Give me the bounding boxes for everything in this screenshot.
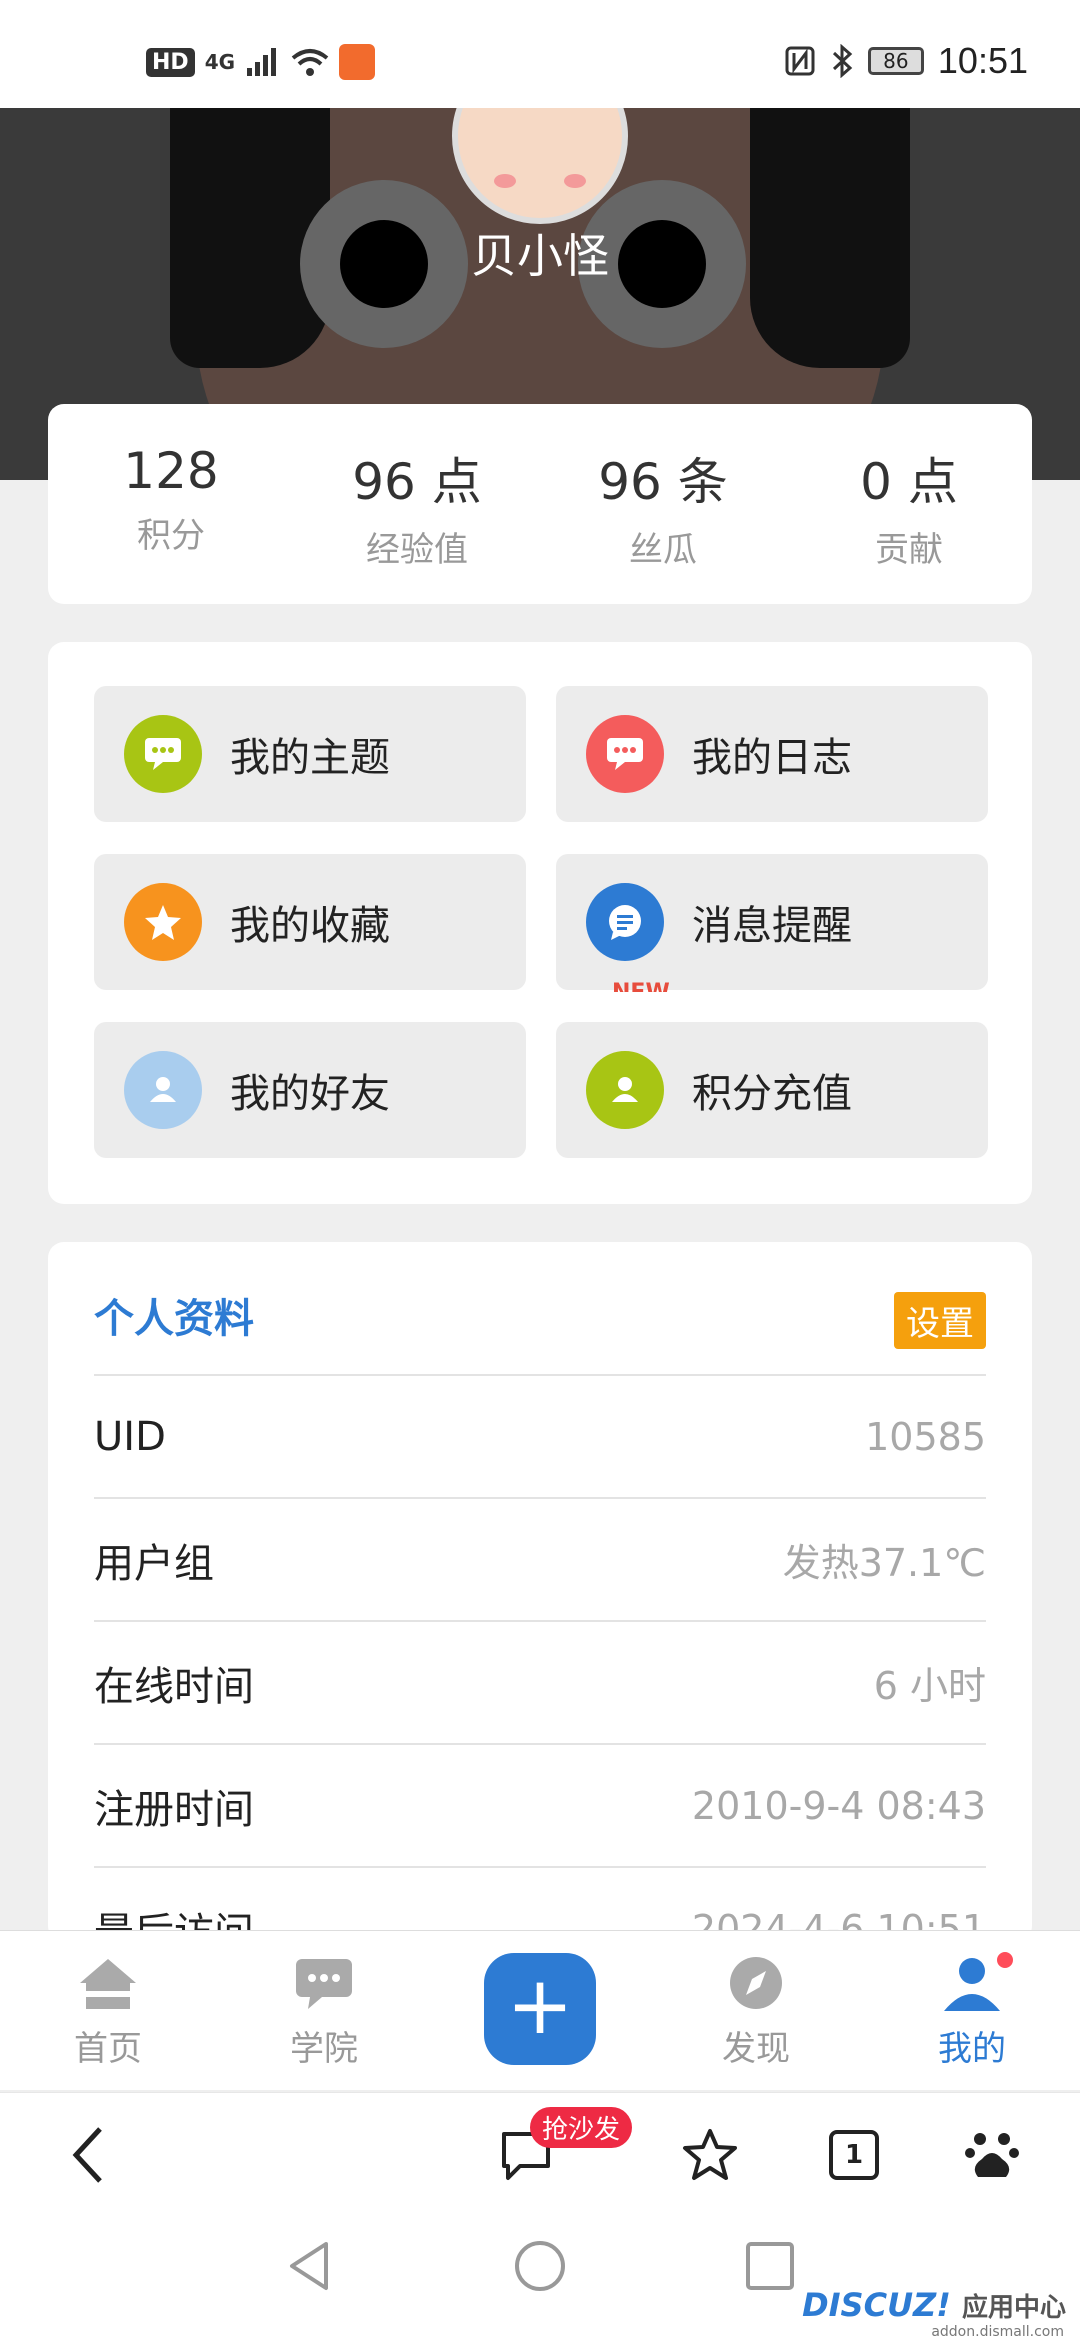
app-notification-icon [339,44,376,80]
back-icon[interactable] [60,2123,116,2187]
chat-icon [296,1959,352,2009]
tab-label: 发现 [722,2029,790,2069]
network-label: 4G [204,50,236,74]
menu-label: 我的日志 [692,735,852,781]
stat-label: 贡献 [875,530,943,570]
stat-points[interactable]: 128 积分 [48,404,294,604]
status-left: HD 4G [146,44,376,80]
tab-discover[interactable]: 发现 [648,1931,864,2091]
wifi-icon [291,49,329,76]
profile-row-online-time: 在线时间 6 小时 [94,1620,986,1743]
profile-row-usergroup: 用户组 发热37.1℃ [94,1497,986,1620]
menu-label: 积分充值 [692,1071,852,1117]
home-icon [80,1959,136,2009]
row-label: 注册时间 [94,1786,254,1833]
profile-row-uid: UID 10585 [94,1374,986,1497]
row-label: 用户组 [94,1540,214,1587]
notification-dot [994,1949,1016,1971]
menu-label: 我的主题 [230,735,390,781]
tabs-count-button[interactable]: 1 [826,2123,882,2187]
stat-label: 丝瓜 [629,530,697,570]
sofa-badge[interactable]: 抢沙发 [530,2107,633,2148]
status-right: 86 10:51 [784,40,1028,82]
row-value: 2010-9-4 08:43 [691,1783,986,1828]
stat-value: 96 点 [352,453,482,511]
row-label: 在线时间 [94,1663,254,1710]
row-value: 6 小时 [873,1664,986,1708]
stat-label: 积分 [137,516,205,556]
bluetooth-icon [832,44,853,78]
menu-my-blog[interactable]: 我的日志 [556,686,988,822]
profile-row-register-time: 注册时间 2010-9-4 08:43 [94,1743,986,1866]
tab-label: 我的 [938,2029,1006,2069]
username: 贝小怪 [471,229,609,283]
watermark-url: addon.dismall.com [931,2324,1064,2340]
shortcut-menu: 我的主题 我的日志 我的收藏 消息提醒 NEW 我的好友 积分充值 [48,642,1032,1204]
bottom-tabbar: 首页 学院 + 发现 我的 [0,1930,1080,2090]
menu-my-threads[interactable]: 我的主题 [94,686,526,822]
settings-button[interactable]: 设置 [894,1292,986,1349]
system-recents-icon[interactable] [742,2238,798,2294]
system-back-icon[interactable] [282,2238,338,2294]
signal-icon [247,48,277,76]
chat-bubble-icon [124,715,202,793]
tab-label: 首页 [74,2029,142,2069]
hd-badge: HD [146,47,195,77]
row-value: 发热37.1℃ [782,1541,986,1585]
baidu-paw-icon[interactable] [960,2123,1024,2187]
watermark-suffix: 应用中心 [961,2293,1066,2323]
tab-academy[interactable]: 学院 [216,1931,432,2091]
system-navigation: DISCUZ! 应用中心 addon.dismall.com [0,2212,1080,2340]
profile-card: 个人资料 设置 UID 10585 用户组 发热37.1℃ 在线时间 6 小时 … [48,1242,1032,1942]
stat-value: 96 条 [598,453,728,511]
tab-count: 1 [829,2130,879,2180]
star-icon [124,883,202,961]
clock: 10:51 [937,40,1028,81]
menu-label: 消息提醒 [692,903,852,949]
status-bar: HD 4G 86 10:51 [0,0,1080,108]
favorite-star-icon[interactable] [678,2123,742,2187]
menu-label: 我的好友 [230,1071,390,1117]
tab-label: 学院 [290,2029,358,2069]
stat-label: 经验值 [366,530,468,570]
watermark-brand: DISCUZ! [802,2286,951,2324]
stat-value: 0 点 [860,453,958,511]
message-icon [586,883,664,961]
chat-bubble-icon [586,715,664,793]
system-home-icon[interactable] [512,2238,568,2294]
avatar-cheek [564,174,586,188]
avatar-cheek [494,174,516,188]
row-label: UID [94,1413,166,1460]
battery-indicator: 86 [867,47,924,75]
menu-label: 我的收藏 [230,903,390,949]
profile-title: 个人资料 [94,1296,254,1342]
stat-contribution[interactable]: 0 点 贡献 [786,404,1032,604]
browser-toolbar: 抢沙发 1 [0,2092,1080,2212]
user-icon [124,1051,202,1129]
post-plus-button[interactable]: + [484,1953,596,2065]
menu-my-favorites[interactable]: 我的收藏 [94,854,526,990]
stat-gourd[interactable]: 96 条 丝瓜 [540,404,786,604]
compass-icon [730,1957,782,2009]
menu-points-recharge[interactable]: 积分充值 [556,1022,988,1158]
stat-value: 128 [123,442,219,500]
tab-home[interactable]: 首页 [0,1931,216,2091]
menu-my-friends[interactable]: 我的好友 [94,1022,526,1158]
row-value: 10585 [865,1414,986,1459]
watermark-logo: DISCUZ! 应用中心 [802,2286,1066,2324]
nfc-icon [785,46,815,76]
tab-mine[interactable]: 我的 [864,1931,1080,2091]
menu-notifications[interactable]: 消息提醒 NEW [556,854,988,992]
user-icon [586,1051,664,1129]
stat-experience[interactable]: 96 点 经验值 [294,404,540,604]
new-badge: NEW [612,980,670,992]
stats-card: 128 积分 96 点 经验值 96 条 丝瓜 0 点 贡献 [48,404,1032,604]
